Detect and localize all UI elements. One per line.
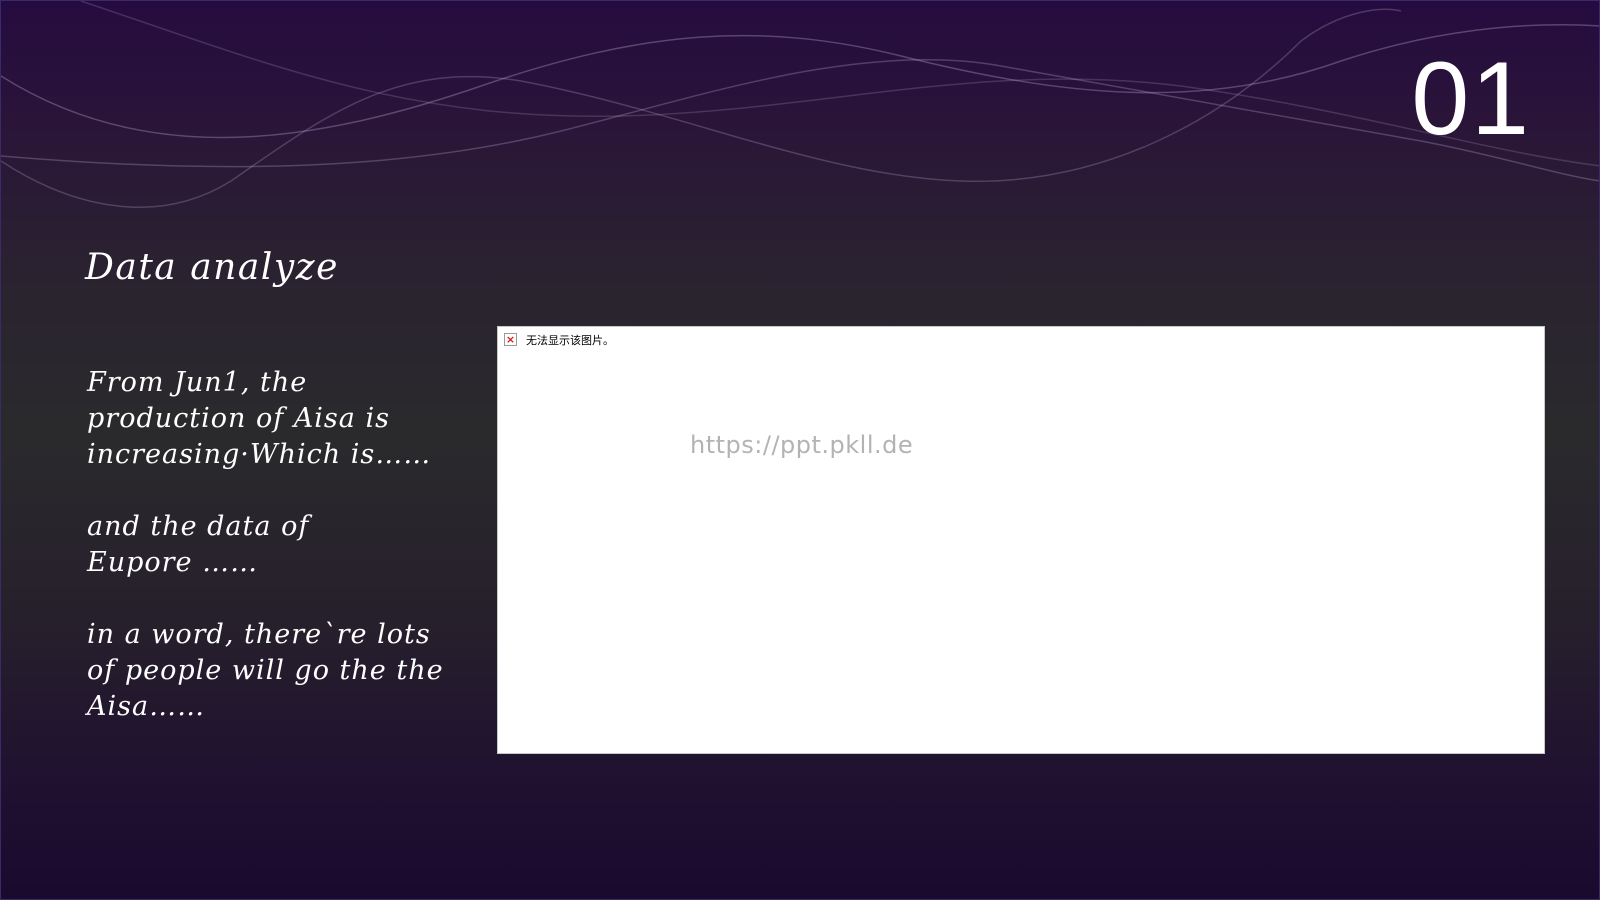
paragraph: and the data of Eupore …… — [87, 511, 310, 578]
slide-number: 01 — [1411, 41, 1531, 157]
broken-image-message: 无法显示该图片。 — [526, 334, 614, 347]
wave-line — [1, 58, 1599, 182]
slide: 01 Data analyze From Jun1, the productio… — [0, 0, 1600, 900]
slide-title: Data analyze — [85, 247, 339, 288]
paragraph: From Jun1, the production of Aisa is inc… — [87, 367, 432, 470]
watermark-url: https://ppt.pkll.de — [690, 431, 914, 459]
decorative-waves — [1, 1, 1599, 208]
broken-image-placeholder: × 无法显示该图片。 https://ppt.pkll.de — [497, 326, 1545, 754]
body-text: From Jun1, the production of Aisa is inc… — [87, 365, 467, 761]
wave-line — [1, 24, 1599, 139]
wave-line — [80, 1, 1599, 167]
paragraph: in a word, there`re lots of people will … — [87, 619, 444, 722]
wave-line — [1, 8, 1402, 208]
broken-image-icon: × — [504, 333, 517, 346]
